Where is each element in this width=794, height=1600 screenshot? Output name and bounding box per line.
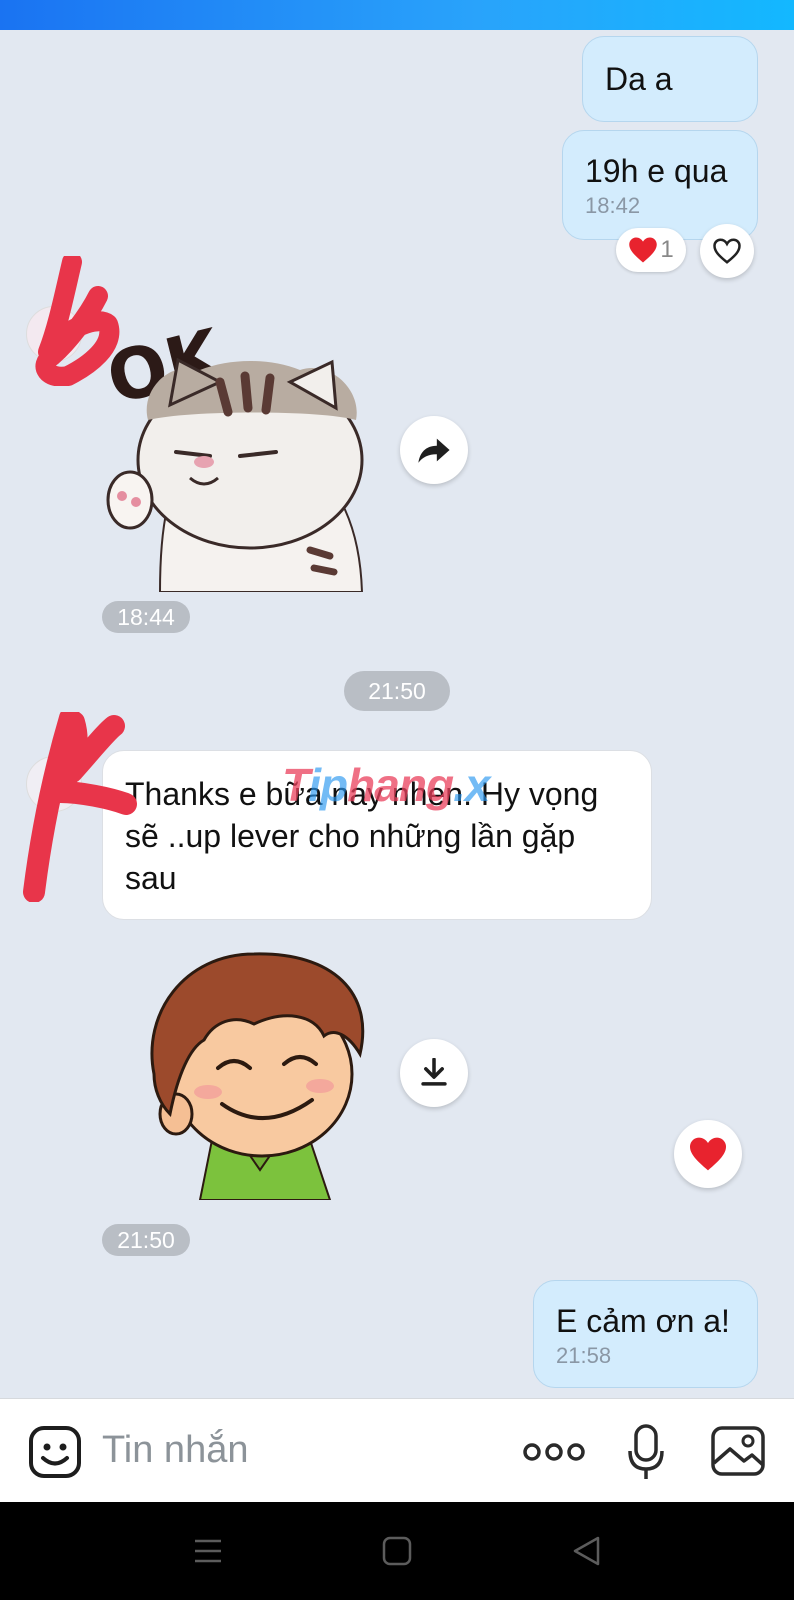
reaction-summary[interactable]: 1 <box>616 228 686 272</box>
message-text-line: sẽ ..up lever cho những lần gặp <box>125 818 576 854</box>
download-icon <box>421 1058 447 1086</box>
back-button[interactable] <box>572 1536 600 1566</box>
home-icon <box>382 1536 412 1566</box>
system-nav-bar <box>0 1502 794 1600</box>
mic-icon <box>628 1424 664 1479</box>
image-icon <box>711 1426 765 1476</box>
more-icon <box>523 1443 585 1461</box>
sticker-icon <box>29 1426 81 1478</box>
more-button[interactable] <box>522 1435 586 1469</box>
message-text: Da a <box>605 61 673 97</box>
redaction-scribble <box>23 712 137 902</box>
home-button[interactable] <box>382 1536 412 1566</box>
voice-button[interactable] <box>626 1423 666 1481</box>
message-time: 21:58 <box>556 1343 612 1368</box>
status-bar <box>0 0 794 30</box>
download-button[interactable] <box>400 1039 468 1107</box>
message-input[interactable]: Tin nhắn <box>102 1429 248 1472</box>
message-input-bar: Tin nhắn <box>0 1398 794 1502</box>
message-text: 19h e qua <box>585 153 728 189</box>
message-text: E cảm ơn a! <box>556 1303 730 1339</box>
message-text-line: sau <box>125 860 177 896</box>
sticker-button[interactable] <box>28 1425 82 1479</box>
message-bubble-mine[interactable]: Da a <box>582 36 758 122</box>
sticker-cat-ok[interactable]: OK <box>99 300 390 593</box>
forward-icon <box>418 438 450 463</box>
message-bubble-mine[interactable]: E cảm ơn a! 21:58 <box>533 1280 758 1388</box>
sticker-boy[interactable] <box>134 944 374 1201</box>
react-heart-button[interactable] <box>700 224 754 278</box>
menu-icon <box>195 1539 221 1563</box>
heart-outline-icon <box>713 238 741 264</box>
forward-button[interactable] <box>400 416 468 484</box>
message-time-pill: 18:44 <box>102 601 190 633</box>
recent-apps-button[interactable] <box>194 1538 222 1564</box>
quick-react-heart-button[interactable] <box>674 1120 742 1188</box>
heart-icon <box>629 237 658 263</box>
watermark: Tiphang.x <box>282 759 490 811</box>
redaction-scribble <box>35 256 120 386</box>
message-time: 18:42 <box>585 193 641 218</box>
heart-icon <box>690 1137 726 1171</box>
date-divider: 21:50 <box>344 671 450 711</box>
back-icon <box>573 1536 600 1566</box>
message-time-pill: 21:50 <box>102 1224 190 1256</box>
image-button[interactable] <box>710 1425 766 1477</box>
reaction-count: 1 <box>660 236 674 263</box>
